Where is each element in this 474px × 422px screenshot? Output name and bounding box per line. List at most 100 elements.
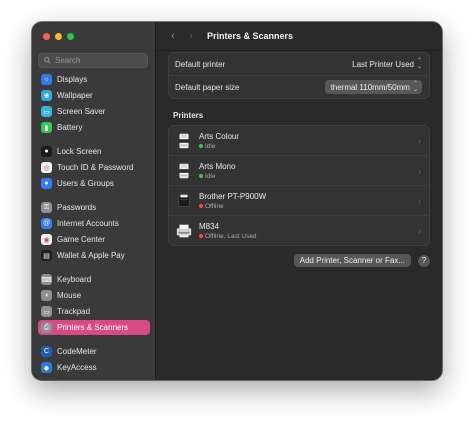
sidebar-item[interactable]: C CodeMeter (38, 344, 150, 359)
defaults-group: Default printer Last Printer Used ⌃ ⌄ Def… (168, 52, 430, 99)
sidebar-item[interactable]: ● Lock Screen (38, 144, 150, 159)
window-controls (43, 33, 74, 40)
key-icon: ⚿ (41, 202, 52, 213)
zoom-button[interactable] (67, 33, 74, 40)
users-icon: ● (41, 178, 52, 189)
close-button[interactable] (43, 33, 50, 40)
sidebar-item[interactable]: ● Users & Groups (38, 176, 150, 191)
default-printer-popup[interactable]: Last Printer Used ⌃ ⌄ (352, 58, 422, 70)
sidebar-item[interactable]: ⌨ Keyboard (38, 272, 150, 287)
help-button[interactable]: ? (418, 254, 430, 267)
sidebar-item[interactable]: ◎ Touch ID & Password (38, 160, 150, 175)
printer-status: Offline (199, 203, 266, 210)
sidebar-item[interactable]: ☼ Displays (38, 72, 150, 87)
printer-name: Brother PT-P900W (199, 191, 267, 201)
sidebar-item-label: Mouse (57, 291, 82, 300)
sidebar-item-label: Users & Groups (57, 179, 114, 188)
sidebar-item[interactable]: ◉ Game Center (38, 232, 150, 247)
sidebar-item[interactable]: @ Internet Accounts (38, 216, 150, 231)
sidebar-item-label: Passwords (57, 203, 97, 212)
search-input[interactable]: Search (38, 53, 148, 68)
sidebar-item[interactable]: ▭ Screen Saver (38, 104, 150, 119)
screen-saver-icon: ▭ (41, 106, 52, 117)
chevron-right-icon: › (418, 225, 421, 236)
printer-status-text: Offline (205, 202, 224, 210)
printer-icon (179, 163, 189, 178)
printer-status: Offline, Last Used (199, 233, 257, 240)
sidebar-item-label: CodeMeter (57, 347, 97, 356)
forward-chevron-icon[interactable]: › (184, 30, 198, 42)
settings-window: Search ☼ Displays ❀ Wallpaper ▭ Screen Saver ▮… (32, 22, 442, 380)
sidebar-item-label: Wallpaper (57, 91, 93, 100)
main-pane: ‹ › Printers & Scanners Default printer … (156, 22, 442, 380)
printer-info: Arts Colour Idle (199, 132, 239, 150)
printer-status-text: Offline, Last Used (205, 232, 257, 240)
sidebar-item[interactable]: ▤ Wallet & Apple Pay (38, 248, 150, 263)
printer-info: M834 Offline, Last Used (199, 222, 257, 240)
fingerprint-icon: ◎ (41, 162, 52, 173)
at-icon: @ (41, 218, 52, 229)
sidebar-item[interactable]: ❀ Wallpaper (38, 88, 150, 103)
sidebar-item-label: Screen Saver (57, 107, 106, 116)
back-chevron-icon[interactable]: ‹ (166, 30, 180, 42)
updown-chevron-icon: ⌃ ⌄ (412, 81, 418, 93)
sidebar-item-label: Trackpad (57, 307, 91, 316)
sidebar: Search ☼ Displays ❀ Wallpaper ▭ Screen Saver ▮… (32, 22, 156, 380)
sidebar-item-label: Keyboard (57, 275, 92, 284)
printer-row[interactable]: Arts Mono Idle › (169, 155, 429, 185)
chevron-right-icon: › (418, 165, 421, 176)
keyboard-icon: ⌨ (41, 274, 52, 285)
lock-icon: ● (41, 146, 52, 157)
sidebar-item-label: Game Center (57, 235, 106, 244)
sidebar-item-label: Lock Screen (57, 147, 102, 156)
sidebar-item[interactable]: ◆ KeyAccess (38, 360, 150, 375)
printer-name: M834 (199, 221, 220, 231)
printer-icon (178, 194, 190, 207)
default-paper-label: Default paper size (175, 82, 240, 92)
status-dot-icon (199, 174, 203, 178)
add-printer-button[interactable]: Add Printer, Scanner or Fax... (293, 254, 411, 267)
status-dot-icon (199, 204, 203, 208)
sidebar-item-label: Printers & Scanners (57, 323, 129, 332)
status-dot-icon (199, 144, 203, 148)
default-paper-row: Default paper size thermal 110mm/50mm ⌃ ⌄ (169, 75, 429, 98)
sidebar-item-label: Battery (57, 123, 83, 132)
minimize-button[interactable] (55, 33, 62, 40)
keyaccess-icon: ◆ (41, 362, 52, 373)
default-printer-row: Default printer Last Printer Used ⌃ ⌄ (169, 53, 429, 75)
printer-row[interactable]: Arts Colour Idle › (169, 126, 429, 155)
display-icon: ☼ (41, 74, 52, 85)
battery-icon: ▮ (41, 122, 52, 133)
printer-icon (176, 223, 192, 237)
printer-status: Idle (199, 143, 239, 150)
sidebar-item[interactable]: ◖ Mouse (38, 288, 150, 303)
default-paper-value: thermal 110mm/50mm (330, 82, 410, 92)
sidebar-item-label: Touch ID & Password (57, 163, 134, 172)
printer-status-text: Idle (205, 172, 216, 180)
printer-row[interactable]: Brother PT-P900W Offline › (169, 185, 429, 215)
default-paper-popup[interactable]: thermal 110mm/50mm ⌃ ⌄ (324, 80, 422, 94)
sidebar-item-label: Wallet & Apple Pay (57, 251, 125, 260)
printer-row[interactable]: M834 Offline, Last Used › (169, 215, 429, 245)
updown-chevron-icon: ⌃ ⌄ (416, 58, 422, 70)
sidebar-item-label: Internet Accounts (57, 219, 119, 228)
sidebar-item[interactable]: ⎙ Printers & Scanners (38, 320, 150, 335)
printer-icon: ⎙ (41, 322, 52, 333)
sidebar-item[interactable]: ▮ Battery (38, 120, 150, 135)
trackpad-icon: ▭ (41, 306, 52, 317)
mouse-icon: ◖ (41, 290, 52, 301)
printer-name: Arts Colour (199, 131, 240, 141)
printer-list: Arts Colour Idle › Arts Mono Idle › Brother PT… (168, 125, 430, 246)
status-dot-icon (199, 234, 203, 238)
printer-info: Brother PT-P900W Offline (199, 192, 266, 210)
printers-section-title: Printers (173, 111, 204, 120)
default-printer-value: Last Printer Used (352, 59, 414, 69)
printer-status: Idle (199, 173, 235, 180)
printer-status-text: Idle (205, 142, 216, 150)
wallpaper-icon: ❀ (41, 90, 52, 101)
sidebar-item[interactable]: ⚿ Passwords (38, 200, 150, 215)
search-icon (44, 57, 51, 64)
wallet-icon: ▤ (41, 250, 52, 261)
sidebar-item-label: KeyAccess (57, 363, 97, 372)
sidebar-item[interactable]: ▭ Trackpad (38, 304, 150, 319)
